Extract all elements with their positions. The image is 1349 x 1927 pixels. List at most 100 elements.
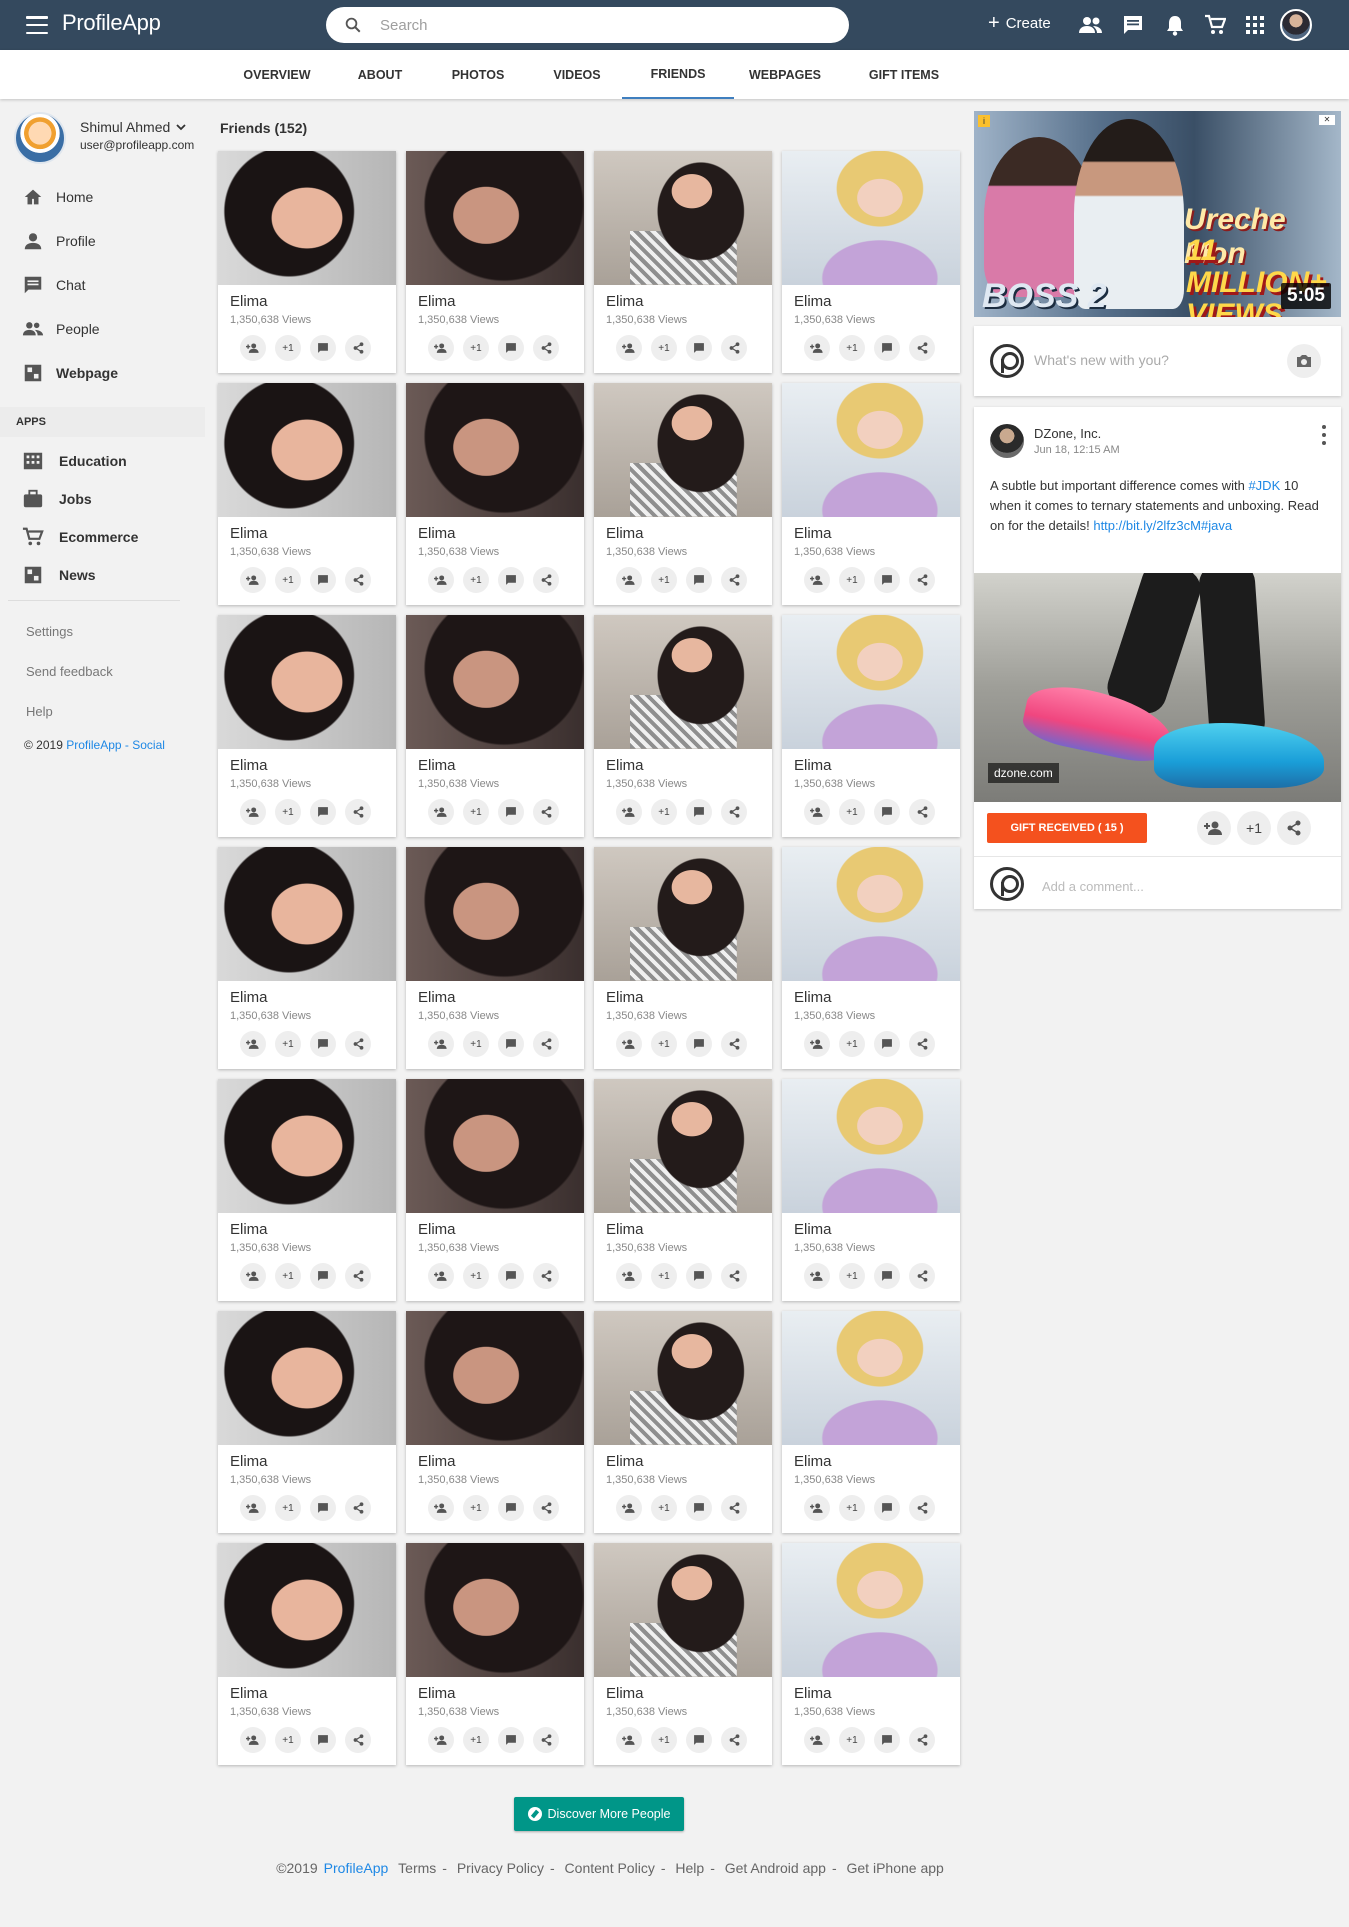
app-logo[interactable]: ProfileApp bbox=[62, 10, 161, 36]
friend-name[interactable]: Elima bbox=[230, 525, 268, 542]
friend-name[interactable]: Elima bbox=[418, 1453, 456, 1470]
friend-photo[interactable] bbox=[218, 383, 396, 517]
user-name[interactable]: Shimul Ahmed bbox=[80, 119, 170, 135]
friend-photo[interactable] bbox=[218, 1079, 396, 1213]
plus-one-button[interactable]: +1 bbox=[463, 1263, 489, 1289]
chevron-down-icon[interactable] bbox=[176, 122, 186, 132]
friend-photo[interactable] bbox=[594, 1543, 772, 1677]
friend-photo[interactable] bbox=[782, 383, 960, 517]
tab-overview[interactable]: OVERVIEW bbox=[236, 50, 318, 99]
plus-one-button[interactable]: +1 bbox=[839, 1031, 865, 1057]
plus-one-button[interactable]: +1 bbox=[651, 1263, 677, 1289]
share-icon[interactable] bbox=[909, 567, 935, 593]
friend-name[interactable]: Elima bbox=[230, 757, 268, 774]
plus-one-button[interactable]: +1 bbox=[651, 1031, 677, 1057]
add-friend-icon[interactable] bbox=[428, 799, 454, 825]
share-icon[interactable] bbox=[909, 1031, 935, 1057]
discover-more-people-button[interactable]: Discover More People bbox=[514, 1797, 684, 1831]
plus-one-button[interactable]: +1 bbox=[275, 1495, 301, 1521]
add-friend-icon[interactable] bbox=[428, 1495, 454, 1521]
plus-one-button[interactable]: +1 bbox=[463, 799, 489, 825]
friend-name[interactable]: Elima bbox=[418, 1685, 456, 1702]
share-icon[interactable] bbox=[909, 1495, 935, 1521]
settings-link[interactable]: Settings bbox=[26, 624, 73, 639]
footer-help-link[interactable]: Help bbox=[675, 1860, 704, 1876]
message-icon[interactable] bbox=[686, 799, 712, 825]
friend-photo[interactable] bbox=[594, 847, 772, 981]
friend-photo[interactable] bbox=[594, 615, 772, 749]
message-icon[interactable] bbox=[686, 567, 712, 593]
add-friend-icon[interactable] bbox=[428, 1263, 454, 1289]
friend-card[interactable]: Elima 1,350,638 Views +1 bbox=[594, 151, 772, 373]
friend-name[interactable]: Elima bbox=[794, 757, 832, 774]
people-icon[interactable] bbox=[1078, 12, 1104, 38]
friend-name[interactable]: Elima bbox=[794, 1221, 832, 1238]
tab-gift-items[interactable]: GIFT ITEMS bbox=[858, 50, 950, 99]
share-icon[interactable] bbox=[533, 1495, 559, 1521]
ad-info-icon[interactable]: i bbox=[978, 115, 990, 127]
bell-icon[interactable] bbox=[1162, 12, 1188, 38]
friend-name[interactable]: Elima bbox=[418, 525, 456, 542]
friend-card[interactable]: Elima 1,350,638 Views +1 bbox=[594, 1311, 772, 1533]
add-friend-icon[interactable] bbox=[616, 1495, 642, 1521]
message-icon[interactable] bbox=[874, 567, 900, 593]
user-avatar[interactable] bbox=[1280, 9, 1312, 41]
message-icon[interactable] bbox=[874, 1495, 900, 1521]
message-icon[interactable] bbox=[498, 1263, 524, 1289]
post-composer[interactable]: What's new with you? bbox=[974, 326, 1341, 396]
menu-icon[interactable] bbox=[26, 16, 48, 34]
add-friend-icon[interactable] bbox=[804, 1495, 830, 1521]
plus-one-button[interactable]: +1 bbox=[275, 799, 301, 825]
plus-one-button[interactable]: +1 bbox=[463, 1495, 489, 1521]
share-icon[interactable] bbox=[721, 335, 747, 361]
share-icon[interactable] bbox=[721, 567, 747, 593]
friend-photo[interactable] bbox=[218, 1311, 396, 1445]
friend-photo[interactable] bbox=[782, 1311, 960, 1445]
friend-name[interactable]: Elima bbox=[606, 1453, 644, 1470]
friend-card[interactable]: Elima 1,350,638 Views +1 bbox=[406, 1311, 584, 1533]
friend-photo[interactable] bbox=[218, 847, 396, 981]
friend-card[interactable]: Elima 1,350,638 Views +1 bbox=[406, 1079, 584, 1301]
message-icon[interactable] bbox=[310, 799, 336, 825]
friend-photo[interactable] bbox=[406, 151, 584, 285]
add-friend-icon[interactable] bbox=[616, 1727, 642, 1753]
friend-photo[interactable] bbox=[406, 383, 584, 517]
add-friend-icon[interactable] bbox=[616, 1263, 642, 1289]
footer-content-policy-link[interactable]: Content Policy bbox=[565, 1860, 655, 1876]
friend-photo[interactable] bbox=[594, 151, 772, 285]
send-feedback-link[interactable]: Send feedback bbox=[26, 664, 113, 679]
friend-name[interactable]: Elima bbox=[606, 757, 644, 774]
plus-one-button[interactable]: +1 bbox=[651, 1727, 677, 1753]
share-icon[interactable] bbox=[345, 1727, 371, 1753]
nav-chat[interactable]: Chat bbox=[0, 266, 205, 304]
friend-card[interactable]: Elima 1,350,638 Views +1 bbox=[406, 615, 584, 837]
add-friend-icon[interactable] bbox=[428, 567, 454, 593]
friend-name[interactable]: Elima bbox=[794, 989, 832, 1006]
plus-one-button[interactable]: +1 bbox=[275, 1031, 301, 1057]
nav-profile[interactable]: Profile bbox=[0, 222, 205, 260]
friend-card[interactable]: Elima 1,350,638 Views +1 bbox=[782, 151, 960, 373]
add-friend-icon[interactable] bbox=[804, 1031, 830, 1057]
post-author[interactable]: DZone, Inc. bbox=[1034, 426, 1101, 441]
message-icon[interactable] bbox=[686, 1263, 712, 1289]
friend-photo[interactable] bbox=[782, 615, 960, 749]
add-friend-icon[interactable] bbox=[804, 335, 830, 361]
add-friend-icon[interactable] bbox=[240, 1727, 266, 1753]
share-icon[interactable] bbox=[345, 1031, 371, 1057]
add-friend-icon[interactable] bbox=[616, 567, 642, 593]
message-icon[interactable] bbox=[874, 1727, 900, 1753]
add-friend-icon[interactable] bbox=[1197, 811, 1231, 845]
plus-one-button[interactable]: +1 bbox=[839, 1727, 865, 1753]
plus-one-button[interactable]: +1 bbox=[275, 1263, 301, 1289]
share-icon[interactable] bbox=[721, 1263, 747, 1289]
camera-icon[interactable] bbox=[1287, 344, 1321, 378]
message-icon[interactable] bbox=[686, 335, 712, 361]
friend-photo[interactable] bbox=[406, 615, 584, 749]
nav-jobs[interactable]: Jobs bbox=[0, 480, 205, 518]
cart-icon[interactable] bbox=[1202, 12, 1228, 38]
more-options-icon[interactable] bbox=[1321, 425, 1327, 445]
share-icon[interactable] bbox=[533, 1031, 559, 1057]
tab-photos[interactable]: PHOTOS bbox=[440, 50, 516, 99]
nav-webpage[interactable]: Webpage bbox=[0, 354, 205, 392]
plus-one-button[interactable]: +1 bbox=[839, 335, 865, 361]
